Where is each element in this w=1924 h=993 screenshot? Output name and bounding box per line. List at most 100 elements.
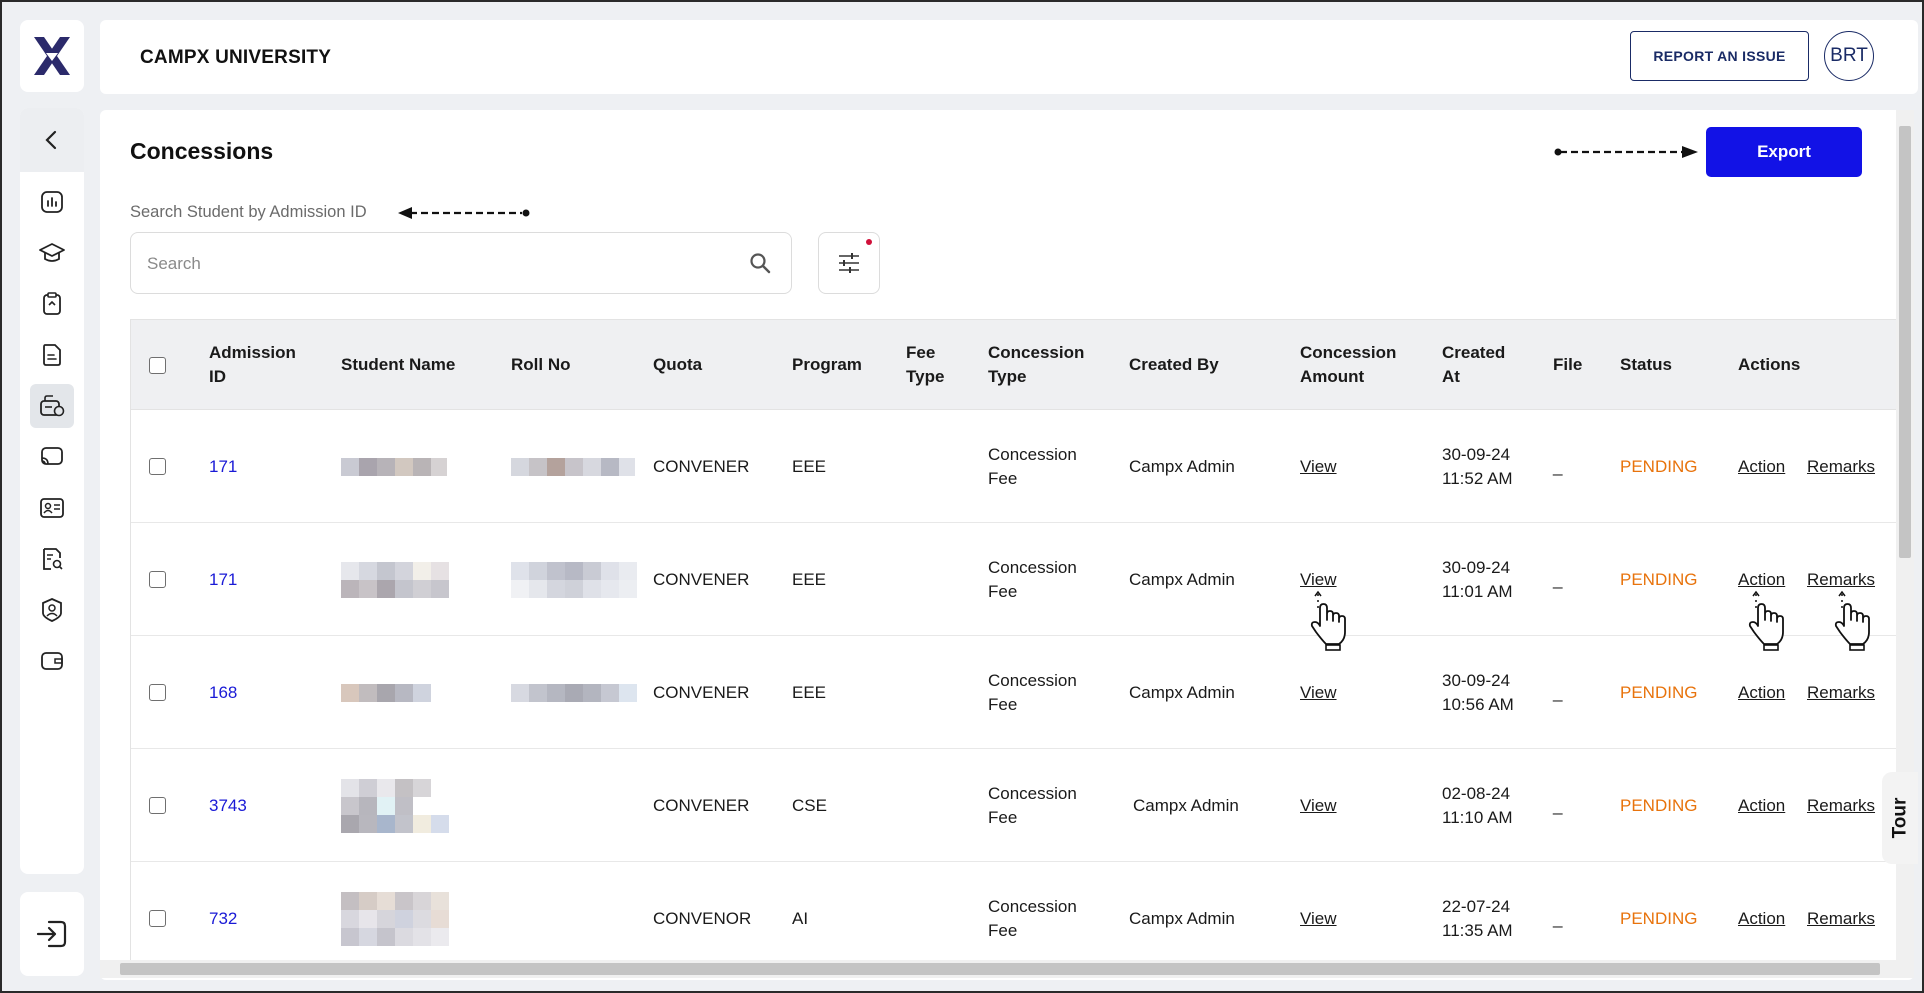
view-amount-link[interactable]: View — [1300, 636, 1337, 749]
row-checkbox-cell — [149, 749, 166, 862]
admission-id-link[interactable]: 171 — [209, 410, 237, 523]
select-all-checkbox[interactable] — [149, 356, 166, 374]
horizontal-scrollbar[interactable] — [100, 960, 1914, 978]
sidebar-item-fees[interactable] — [30, 384, 74, 428]
table-row[interactable]: 171 CONVENER EEE Concession Fee Campx Ad… — [131, 410, 1914, 523]
program-cell: EEE — [792, 456, 827, 476]
table-row[interactable]: 171 CONVENER EEE Concession Fee Campx Ad… — [131, 523, 1914, 636]
export-button[interactable]: Export — [1706, 127, 1862, 177]
view-amount-link[interactable]: View — [1300, 410, 1337, 523]
row-checkbox[interactable] — [149, 684, 166, 701]
action-link[interactable]: Action — [1738, 568, 1785, 592]
student-name-redacted — [341, 410, 447, 523]
row-checkbox[interactable] — [149, 797, 166, 814]
campx-logo-icon — [34, 37, 70, 75]
col-concession-type[interactable]: Concession Type — [988, 320, 1098, 410]
sidebar-item-users[interactable] — [30, 588, 74, 632]
quota-cell: CONVENOR — [653, 908, 752, 928]
horizontal-scroll-thumb[interactable] — [120, 963, 1880, 975]
annotation-arrow-export-icon — [1554, 146, 1698, 158]
row-checkbox[interactable] — [149, 458, 166, 475]
action-link-cell: Action — [1738, 862, 1785, 975]
sidebar-item-dashboard[interactable] — [30, 180, 74, 224]
program-cell: CSE — [792, 795, 827, 815]
fee-icon — [40, 395, 65, 417]
remarks-link[interactable]: Remarks — [1807, 907, 1875, 931]
col-program[interactable]: Program — [792, 320, 862, 410]
vertical-scroll-thumb[interactable] — [1899, 126, 1911, 558]
col-roll-no[interactable]: Roll No — [511, 320, 571, 410]
hand-pointer-icon — [1748, 590, 1784, 651]
row-checkbox-cell — [149, 636, 166, 749]
file-cell: _ — [1553, 569, 1563, 589]
remarks-link[interactable]: Remarks — [1807, 794, 1875, 818]
dashboard-icon — [41, 191, 63, 213]
report-issue-button[interactable]: REPORT AN ISSUE — [1630, 31, 1809, 81]
user-avatar[interactable]: BRT — [1824, 31, 1874, 81]
view-link-text[interactable]: View — [1300, 568, 1337, 592]
app-logo[interactable] — [20, 20, 84, 92]
col-status[interactable]: Status — [1620, 320, 1672, 410]
sidebar-item-exams[interactable] — [30, 282, 74, 326]
concession-type-cell: Concession Fee — [988, 557, 1077, 601]
view-link-text[interactable]: View — [1300, 907, 1337, 931]
search-icon[interactable] — [748, 251, 774, 277]
created-at-cell: 22-07-24 11:35 AM — [1442, 896, 1513, 940]
user-shield-icon — [42, 598, 62, 622]
col-admission-id[interactable]: Admission ID — [209, 320, 305, 410]
col-file[interactable]: File — [1553, 320, 1582, 410]
col-student-name[interactable]: Student Name — [341, 320, 455, 410]
collapse-sidebar-button[interactable] — [20, 108, 84, 172]
logout-button[interactable] — [20, 892, 84, 976]
view-link-text[interactable]: View — [1300, 681, 1337, 705]
remarks-link-cell: Remarks — [1807, 636, 1875, 749]
file-cell: _ — [1553, 795, 1563, 815]
sidebar-item-academics[interactable] — [30, 231, 74, 275]
action-link[interactable]: Action — [1738, 681, 1785, 705]
remarks-link[interactable]: Remarks — [1807, 455, 1875, 479]
sidebar-item-id-cards[interactable] — [30, 486, 74, 530]
filter-button[interactable] — [818, 232, 880, 294]
remarks-link[interactable]: Remarks — [1807, 568, 1875, 592]
action-link[interactable]: Action — [1738, 794, 1785, 818]
status-badge: PENDING — [1620, 569, 1698, 589]
col-fee-type[interactable]: Fee Type — [906, 320, 956, 410]
filter-sliders-icon — [839, 253, 859, 273]
tour-button[interactable]: Tour — [1882, 772, 1918, 864]
search-input[interactable] — [147, 251, 727, 277]
created-at-cell: 02-08-24 11:10 AM — [1442, 783, 1513, 827]
row-checkbox[interactable] — [149, 571, 166, 588]
row-checkbox[interactable] — [149, 910, 166, 927]
sidebar-item-documents[interactable] — [30, 333, 74, 377]
action-link[interactable]: Action — [1738, 907, 1785, 931]
sidebar-item-broadcast[interactable] — [30, 435, 74, 479]
view-link-text[interactable]: View — [1300, 794, 1337, 818]
sidebar-item-wallet[interactable] — [30, 639, 74, 683]
admission-id-link[interactable]: 3743 — [209, 749, 247, 862]
sidebar-item-search-records[interactable] — [30, 537, 74, 581]
created-at-cell: 30-09-24 10:56 AM — [1442, 670, 1514, 714]
table-row[interactable]: 168 CONVENER EEE Concession Fee Campx Ad… — [131, 636, 1914, 749]
page-title: Concessions — [130, 138, 274, 164]
remarks-link[interactable]: Remarks — [1807, 681, 1875, 705]
col-actions[interactable]: Actions — [1738, 320, 1800, 410]
col-created-by[interactable]: Created By — [1129, 320, 1219, 410]
col-concession-amount[interactable]: Concession Amount — [1300, 320, 1410, 410]
view-link-text[interactable]: View — [1300, 455, 1337, 479]
hand-pointer-icon — [1310, 590, 1346, 651]
table-row[interactable]: 732 CONVENOR AI Concession Fee Campx Adm… — [131, 862, 1914, 975]
select-all-checkbox-cell — [149, 320, 166, 410]
table-row[interactable]: 3743 CONVENER CSE Concession Fee Campx A… — [131, 749, 1914, 862]
view-amount-link[interactable]: View — [1300, 749, 1337, 862]
admission-id-link[interactable]: 171 — [209, 523, 237, 636]
view-amount-link[interactable]: View — [1300, 862, 1337, 975]
cast-icon — [41, 447, 63, 465]
quota-cell: CONVENER — [653, 456, 750, 476]
action-link[interactable]: Action — [1738, 455, 1785, 479]
admission-id-link[interactable]: 732 — [209, 862, 237, 975]
roll-no-redacted — [511, 410, 635, 523]
col-created-at[interactable]: Created At — [1442, 320, 1522, 410]
admission-id-link[interactable]: 168 — [209, 636, 237, 749]
col-quota[interactable]: Quota — [653, 320, 702, 410]
annotation-arrow-search-icon — [398, 207, 530, 219]
